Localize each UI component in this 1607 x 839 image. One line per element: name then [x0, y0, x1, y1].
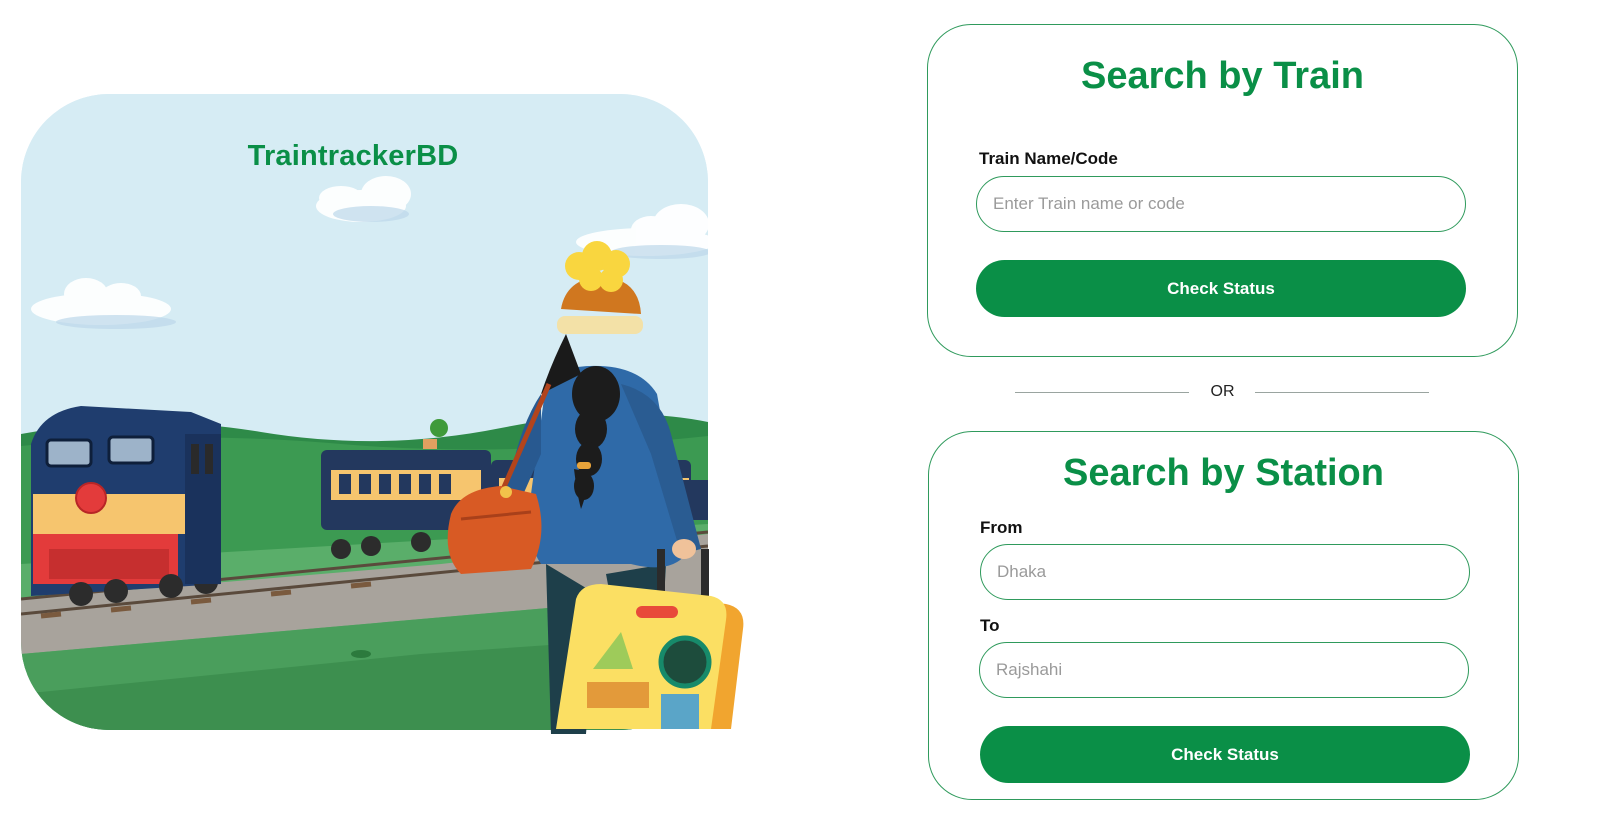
- divider-line-left: [1015, 392, 1189, 393]
- to-label: To: [980, 616, 1000, 635]
- brand-logo-text: TraintrackerBD: [247, 140, 459, 172]
- from-label: From: [980, 518, 1023, 537]
- traveler-train-illustration: [21, 94, 744, 734]
- check-status-station-button[interactable]: Check Status: [980, 726, 1470, 783]
- or-divider-label: OR: [1210, 383, 1235, 400]
- search-by-train-card: Search by Train Train Name/Code Check St…: [927, 24, 1518, 357]
- page: TraintrackerBD Search by Train Train Nam…: [0, 0, 1607, 839]
- to-station-input[interactable]: [979, 642, 1469, 698]
- divider-line-right: [1255, 392, 1429, 393]
- from-station-input[interactable]: [980, 544, 1470, 600]
- check-status-train-button[interactable]: Check Status: [976, 260, 1466, 317]
- train-name-input[interactable]: [976, 176, 1466, 232]
- train-name-label: Train Name/Code: [979, 149, 1118, 168]
- search-by-station-title: Search by Station: [1063, 452, 1384, 494]
- search-by-train-title: Search by Train: [1080, 55, 1364, 97]
- search-by-station-card: Search by Station From To Check Status: [928, 431, 1519, 800]
